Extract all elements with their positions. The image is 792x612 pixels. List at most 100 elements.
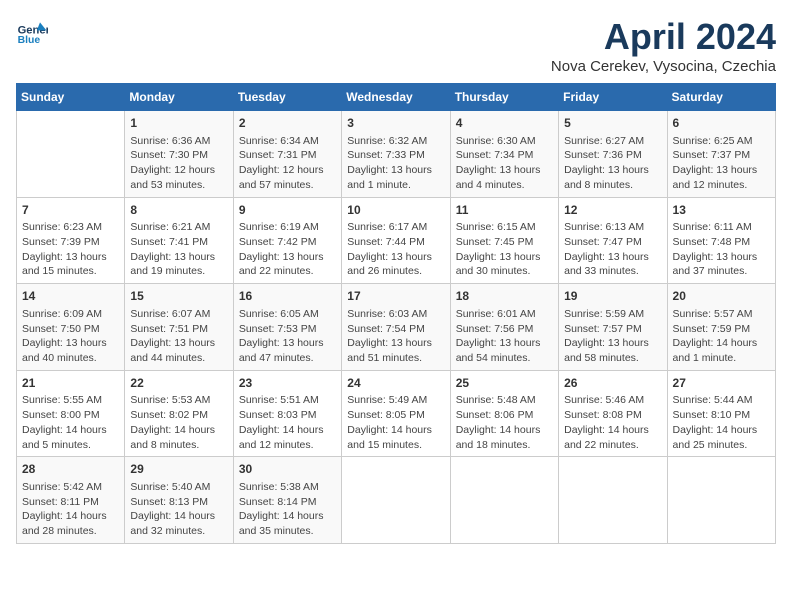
calendar-cell: 18 Sunrise: 6:01 AM Sunset: 7:56 PM Dayli…: [450, 284, 558, 371]
day-number: 13: [673, 202, 770, 219]
day-info: Sunrise: 6:23 AM Sunset: 7:39 PM Dayligh…: [22, 220, 119, 279]
day-number: 2: [239, 115, 336, 132]
day-info: Sunrise: 5:46 AM Sunset: 8:08 PM Dayligh…: [564, 393, 661, 452]
calendar-cell: [342, 457, 450, 544]
day-number: 29: [130, 461, 227, 478]
calendar-week-row: 1 Sunrise: 6:36 AM Sunset: 7:30 PM Daylig…: [17, 111, 776, 198]
calendar-cell: 19Sunrise: 5:59 AM Sunset: 7:57 PM Dayli…: [559, 284, 667, 371]
day-info: Sunrise: 5:51 AM Sunset: 8:03 PM Dayligh…: [239, 393, 336, 452]
day-number: 27: [673, 375, 770, 392]
day-number: 12: [564, 202, 661, 219]
header-day-monday: Monday: [125, 84, 233, 111]
header-day-saturday: Saturday: [667, 84, 775, 111]
calendar-cell: 4 Sunrise: 6:30 AM Sunset: 7:34 PM Daylig…: [450, 111, 558, 198]
calendar-cell: 12Sunrise: 6:13 AM Sunset: 7:47 PM Dayli…: [559, 197, 667, 284]
day-info: Sunrise: 5:55 AM Sunset: 8:00 PM Dayligh…: [22, 393, 119, 452]
calendar-cell: 16 Sunrise: 6:05 AM Sunset: 7:53 PM Dayli…: [233, 284, 341, 371]
header-day-sunday: Sunday: [17, 84, 125, 111]
day-number: 22: [130, 375, 227, 392]
calendar-cell: [559, 457, 667, 544]
calendar-week-row: 14 Sunrise: 6:09 AM Sunset: 7:50 PM Dayli…: [17, 284, 776, 371]
calendar-cell: 6Sunrise: 6:25 AM Sunset: 7:37 PM Daylig…: [667, 111, 775, 198]
day-number: 15: [130, 288, 227, 305]
day-info: Sunrise: 6:05 AM Sunset: 7:53 PM Dayligh…: [239, 307, 336, 366]
day-info: Sunrise: 5:40 AM Sunset: 8:13 PM Dayligh…: [130, 480, 227, 539]
header-day-friday: Friday: [559, 84, 667, 111]
calendar-cell: 21Sunrise: 5:55 AM Sunset: 8:00 PM Dayli…: [17, 370, 125, 457]
day-info: Sunrise: 6:01 AM Sunset: 7:56 PM Dayligh…: [456, 307, 553, 366]
day-info: Sunrise: 5:42 AM Sunset: 8:11 PM Dayligh…: [22, 480, 119, 539]
day-info: Sunrise: 6:19 AM Sunset: 7:42 PM Dayligh…: [239, 220, 336, 279]
day-info: Sunrise: 6:11 AM Sunset: 7:48 PM Dayligh…: [673, 220, 770, 279]
day-number: 24: [347, 375, 444, 392]
day-number: 21: [22, 375, 119, 392]
day-info: Sunrise: 6:21 AM Sunset: 7:41 PM Dayligh…: [130, 220, 227, 279]
day-info: Sunrise: 6:36 AM Sunset: 7:30 PM Dayligh…: [130, 134, 227, 193]
title-block: April 2024 Nova Cerekev, Vysocina, Czech…: [551, 16, 776, 75]
calendar-cell: 15 Sunrise: 6:07 AM Sunset: 7:51 PM Dayli…: [125, 284, 233, 371]
day-number: 28: [22, 461, 119, 478]
calendar-cell: 5Sunrise: 6:27 AM Sunset: 7:36 PM Daylig…: [559, 111, 667, 198]
day-number: 11: [456, 202, 553, 219]
day-info: Sunrise: 5:57 AM Sunset: 7:59 PM Dayligh…: [673, 307, 770, 366]
calendar-cell: 27Sunrise: 5:44 AM Sunset: 8:10 PM Dayli…: [667, 370, 775, 457]
day-number: 20: [673, 288, 770, 305]
calendar-cell: 29 Sunrise: 5:40 AM Sunset: 8:13 PM Dayli…: [125, 457, 233, 544]
calendar-cell: 23Sunrise: 5:51 AM Sunset: 8:03 PM Dayli…: [233, 370, 341, 457]
day-info: Sunrise: 5:48 AM Sunset: 8:06 PM Dayligh…: [456, 393, 553, 452]
calendar-cell: 1 Sunrise: 6:36 AM Sunset: 7:30 PM Daylig…: [125, 111, 233, 198]
calendar-cell: 17 Sunrise: 6:03 AM Sunset: 7:54 PM Dayli…: [342, 284, 450, 371]
day-info: Sunrise: 5:44 AM Sunset: 8:10 PM Dayligh…: [673, 393, 770, 452]
calendar-cell: 13Sunrise: 6:11 AM Sunset: 7:48 PM Dayli…: [667, 197, 775, 284]
day-info: Sunrise: 5:53 AM Sunset: 8:02 PM Dayligh…: [130, 393, 227, 452]
day-number: 9: [239, 202, 336, 219]
calendar-cell: [17, 111, 125, 198]
day-number: 14: [22, 288, 119, 305]
month-title: April 2024: [551, 16, 776, 58]
calendar-cell: 30Sunrise: 5:38 AM Sunset: 8:14 PM Dayli…: [233, 457, 341, 544]
page-header: General Blue April 2024 Nova Cerekev, Vy…: [16, 16, 776, 75]
calendar-cell: 11Sunrise: 6:15 AM Sunset: 7:45 PM Dayli…: [450, 197, 558, 284]
day-number: 23: [239, 375, 336, 392]
calendar-cell: 7Sunrise: 6:23 AM Sunset: 7:39 PM Daylig…: [17, 197, 125, 284]
day-number: 1: [130, 115, 227, 132]
calendar-table: SundayMondayTuesdayWednesdayThursdayFrid…: [16, 83, 776, 544]
calendar-cell: [450, 457, 558, 544]
day-info: Sunrise: 6:15 AM Sunset: 7:45 PM Dayligh…: [456, 220, 553, 279]
day-number: 10: [347, 202, 444, 219]
day-number: 4: [456, 115, 553, 132]
day-info: Sunrise: 6:30 AM Sunset: 7:34 PM Dayligh…: [456, 134, 553, 193]
calendar-cell: 14 Sunrise: 6:09 AM Sunset: 7:50 PM Dayli…: [17, 284, 125, 371]
calendar-cell: 8Sunrise: 6:21 AM Sunset: 7:41 PM Daylig…: [125, 197, 233, 284]
day-number: 25: [456, 375, 553, 392]
calendar-cell: 28 Sunrise: 5:42 AM Sunset: 8:11 PM Dayli…: [17, 457, 125, 544]
calendar-cell: [667, 457, 775, 544]
day-info: Sunrise: 6:07 AM Sunset: 7:51 PM Dayligh…: [130, 307, 227, 366]
calendar-cell: 3Sunrise: 6:32 AM Sunset: 7:33 PM Daylig…: [342, 111, 450, 198]
calendar-cell: 22Sunrise: 5:53 AM Sunset: 8:02 PM Dayli…: [125, 370, 233, 457]
calendar-week-row: 28 Sunrise: 5:42 AM Sunset: 8:11 PM Dayli…: [17, 457, 776, 544]
calendar-cell: 20 Sunrise: 5:57 AM Sunset: 7:59 PM Dayli…: [667, 284, 775, 371]
day-number: 6: [673, 115, 770, 132]
day-info: Sunrise: 6:34 AM Sunset: 7:31 PM Dayligh…: [239, 134, 336, 193]
calendar-week-row: 7Sunrise: 6:23 AM Sunset: 7:39 PM Daylig…: [17, 197, 776, 284]
day-info: Sunrise: 6:27 AM Sunset: 7:36 PM Dayligh…: [564, 134, 661, 193]
calendar-cell: 2 Sunrise: 6:34 AM Sunset: 7:31 PM Daylig…: [233, 111, 341, 198]
day-info: Sunrise: 6:32 AM Sunset: 7:33 PM Dayligh…: [347, 134, 444, 193]
calendar-cell: 26Sunrise: 5:46 AM Sunset: 8:08 PM Dayli…: [559, 370, 667, 457]
calendar-cell: 10Sunrise: 6:17 AM Sunset: 7:44 PM Dayli…: [342, 197, 450, 284]
day-info: Sunrise: 6:09 AM Sunset: 7:50 PM Dayligh…: [22, 307, 119, 366]
day-number: 18: [456, 288, 553, 305]
day-info: Sunrise: 5:38 AM Sunset: 8:14 PM Dayligh…: [239, 480, 336, 539]
day-number: 17: [347, 288, 444, 305]
svg-text:Blue: Blue: [18, 35, 41, 46]
calendar-cell: 9Sunrise: 6:19 AM Sunset: 7:42 PM Daylig…: [233, 197, 341, 284]
day-number: 26: [564, 375, 661, 392]
calendar-cell: 25Sunrise: 5:48 AM Sunset: 8:06 PM Dayli…: [450, 370, 558, 457]
day-number: 16: [239, 288, 336, 305]
location: Nova Cerekev, Vysocina, Czechia: [551, 58, 776, 75]
day-info: Sunrise: 5:49 AM Sunset: 8:05 PM Dayligh…: [347, 393, 444, 452]
header-day-tuesday: Tuesday: [233, 84, 341, 111]
day-number: 7: [22, 202, 119, 219]
day-info: Sunrise: 6:03 AM Sunset: 7:54 PM Dayligh…: [347, 307, 444, 366]
